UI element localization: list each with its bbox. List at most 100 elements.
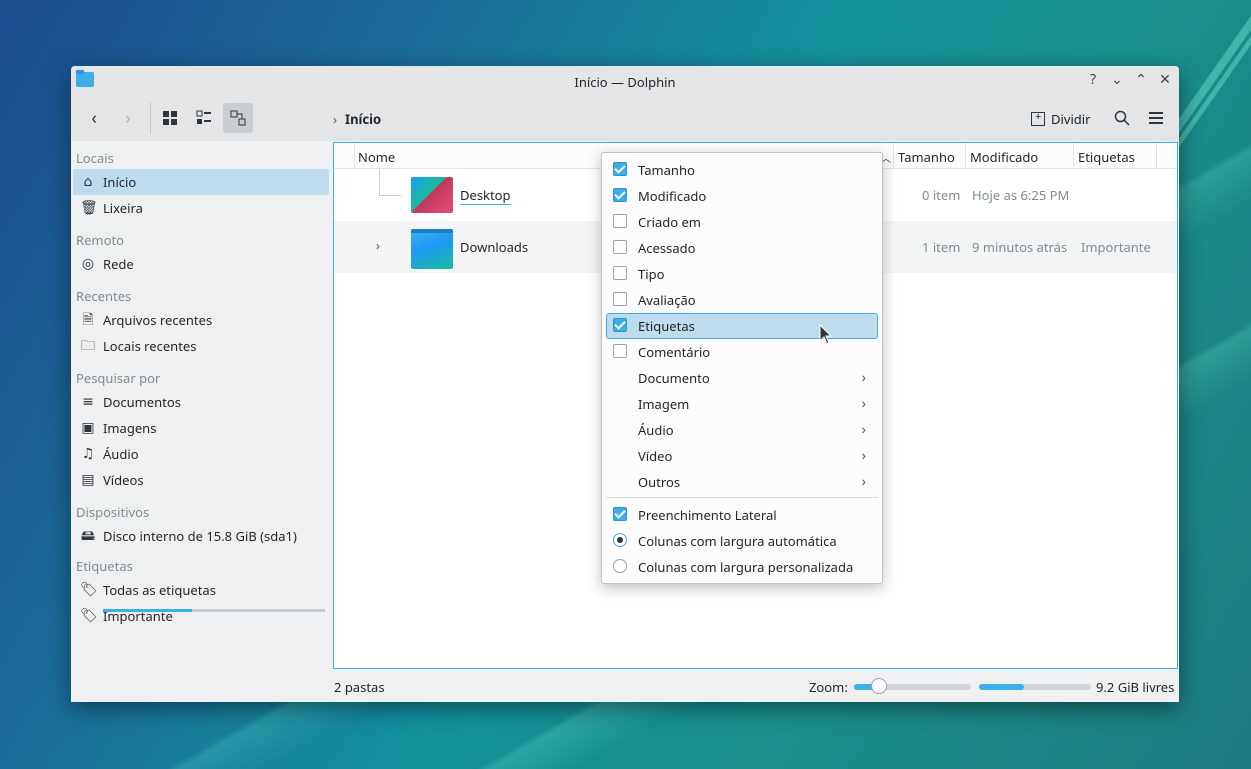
documents-icon: ≡ xyxy=(82,392,94,411)
menu-item-tipo[interactable]: Tipo xyxy=(606,261,878,287)
hamburger-menu-icon xyxy=(1149,112,1163,124)
window-title: Início — Dolphin xyxy=(574,73,676,91)
section-dispositivos: Dispositivos xyxy=(76,503,150,521)
maximize-button[interactable]: ⌃ xyxy=(1132,71,1150,89)
forward-button[interactable]: › xyxy=(113,103,143,133)
menu-item-criado-em[interactable]: Criado em xyxy=(606,209,878,235)
compact-view-button[interactable] xyxy=(189,103,219,133)
section-recentes: Recentes xyxy=(76,287,132,305)
free-space-bar xyxy=(979,684,1091,690)
file-size: 1 item xyxy=(922,238,961,256)
mouse-cursor-icon xyxy=(819,324,833,345)
section-etiquetas: Etiquetas xyxy=(76,557,133,575)
sidebar-item-documentos[interactable]: ≡ Documentos xyxy=(73,389,329,415)
places-panel: Locais ⌂ Início 🗑 Lixeira Remoto ◎ Rede Rec… xyxy=(71,141,333,702)
checkbox-checked xyxy=(613,188,627,202)
sidebar-item-rede[interactable]: ◎ Rede xyxy=(73,251,329,277)
checkbox-checked xyxy=(613,162,627,176)
menu-item-tamanho[interactable]: Tamanho xyxy=(606,157,878,183)
sidebar-item-lixeira[interactable]: 🗑 Lixeira xyxy=(73,195,329,221)
section-locais: Locais xyxy=(76,149,114,167)
sidebar-item-audio[interactable]: ♫ Áudio xyxy=(73,441,329,467)
sidebar-item-label: Disco interno de 15.8 GiB (sda1) xyxy=(103,527,297,545)
menu-item-label: Vídeo xyxy=(638,447,673,465)
downloads-folder-icon xyxy=(411,229,453,269)
submenu-arrow-icon: › xyxy=(861,420,866,439)
submenu-arrow-icon: › xyxy=(861,368,866,387)
menu-item-custom-width[interactable]: Colunas com largura personalizada xyxy=(606,554,878,580)
compact-view-icon xyxy=(196,110,211,124)
column-nome[interactable]: Nome xyxy=(358,148,395,166)
file-name[interactable]: Downloads xyxy=(460,238,528,256)
checkbox-checked xyxy=(613,507,627,521)
menu-item-comentario[interactable]: Comentário xyxy=(606,339,878,365)
status-bar: 2 pastas Zoom: 9.2 GiB livres xyxy=(333,675,1178,699)
column-separator xyxy=(893,143,894,168)
sidebar-item-importante[interactable]: 🏷 Importante xyxy=(73,603,329,629)
radio-unselected xyxy=(613,559,627,573)
menu-item-modificado[interactable]: Modificado xyxy=(606,183,878,209)
menu-item-label: Preenchimento Lateral xyxy=(638,506,777,524)
minimize-button[interactable]: ⌄ xyxy=(1108,71,1126,89)
split-button[interactable]: Dividir xyxy=(1031,109,1091,128)
chevron-right-icon: › xyxy=(333,110,338,128)
sidebar-item-locais-recentes[interactable]: 🗀 Locais recentes xyxy=(73,333,329,359)
menu-item-label: Colunas com largura automática xyxy=(638,532,837,550)
menu-item-acessado[interactable]: Acessado xyxy=(606,235,878,261)
sidebar-item-label: Áudio xyxy=(103,445,139,463)
expand-chevron-icon[interactable]: › xyxy=(376,236,380,254)
breadcrumb[interactable]: › Início xyxy=(333,110,381,128)
file-size: 0 item xyxy=(922,186,961,204)
sidebar-item-disco[interactable]: 🖴 Disco interno de 15.8 GiB (sda1) xyxy=(73,523,329,549)
sidebar-item-label: Todas as etiquetas xyxy=(103,581,216,599)
menu-item-label: Documento xyxy=(638,369,710,387)
menu-item-label: Outros xyxy=(638,473,681,491)
sidebar-item-inicio[interactable]: ⌂ Início xyxy=(73,169,329,195)
zoom-slider-handle[interactable] xyxy=(871,678,887,694)
column-tamanho[interactable]: Tamanho xyxy=(898,148,955,166)
help-button[interactable]: ? xyxy=(1084,71,1102,89)
menu-item-video[interactable]: Vídeo › xyxy=(606,443,878,469)
menu-item-label: Acessado xyxy=(638,239,696,257)
back-arrow-icon: ‹ xyxy=(91,106,97,130)
sidebar-item-label: Imagens xyxy=(103,419,157,437)
title-bar: Início — Dolphin ? ⌄ ⌃ ✕ xyxy=(71,66,1179,96)
zoom-slider[interactable] xyxy=(854,678,971,694)
icons-view-button[interactable] xyxy=(155,103,185,133)
column-modificado[interactable]: Modificado xyxy=(970,148,1038,166)
section-remoto: Remoto xyxy=(76,231,124,249)
checkbox-unchecked xyxy=(613,240,627,254)
sidebar-item-arquivos-recentes[interactable]: 🗎 Arquivos recentes xyxy=(73,307,329,333)
menu-item-outros[interactable]: Outros › xyxy=(606,469,878,495)
checkbox-unchecked xyxy=(613,292,627,306)
details-view-button[interactable] xyxy=(223,103,253,133)
free-space-label: 9.2 GiB livres xyxy=(1096,678,1175,696)
menu-item-avaliacao[interactable]: Avaliação xyxy=(606,287,878,313)
file-tags: Importante xyxy=(1081,238,1151,256)
sidebar-item-todas-etiquetas[interactable]: 🏷 Todas as etiquetas xyxy=(73,577,329,603)
menu-item-documento[interactable]: Documento › xyxy=(606,365,878,391)
menu-item-imagem[interactable]: Imagem › xyxy=(606,391,878,417)
sidebar-item-videos[interactable]: ▤ Vídeos xyxy=(73,467,329,493)
menu-item-preenchimento[interactable]: Preenchimento Lateral xyxy=(606,502,878,528)
recent-places-icon: 🗀 xyxy=(81,336,95,355)
menu-item-audio[interactable]: Áudio › xyxy=(606,417,878,443)
checkbox-unchecked xyxy=(613,214,627,228)
hard-drive-icon: 🖴 xyxy=(80,526,96,545)
menu-item-auto-width[interactable]: Colunas com largura automática xyxy=(606,528,878,554)
menu-item-label: Avaliação xyxy=(638,291,696,309)
search-button[interactable] xyxy=(1107,103,1137,133)
back-button[interactable]: ‹ xyxy=(79,103,109,133)
menu-item-etiquetas[interactable]: Etiquetas xyxy=(606,313,878,339)
column-etiquetas[interactable]: Etiquetas xyxy=(1078,148,1135,166)
hamburger-menu-button[interactable] xyxy=(1141,103,1171,133)
section-pesquisar: Pesquisar por xyxy=(76,369,161,387)
menu-item-label: Comentário xyxy=(638,343,711,361)
submenu-arrow-icon: › xyxy=(861,472,866,491)
sidebar-item-imagens[interactable]: ▣ Imagens xyxy=(73,415,329,441)
file-name[interactable]: Desktop xyxy=(460,186,511,205)
close-button[interactable]: ✕ xyxy=(1156,71,1174,89)
split-label: Dividir xyxy=(1051,110,1091,128)
trash-icon: 🗑 xyxy=(80,198,98,217)
breadcrumb-home[interactable]: Início xyxy=(345,110,381,128)
